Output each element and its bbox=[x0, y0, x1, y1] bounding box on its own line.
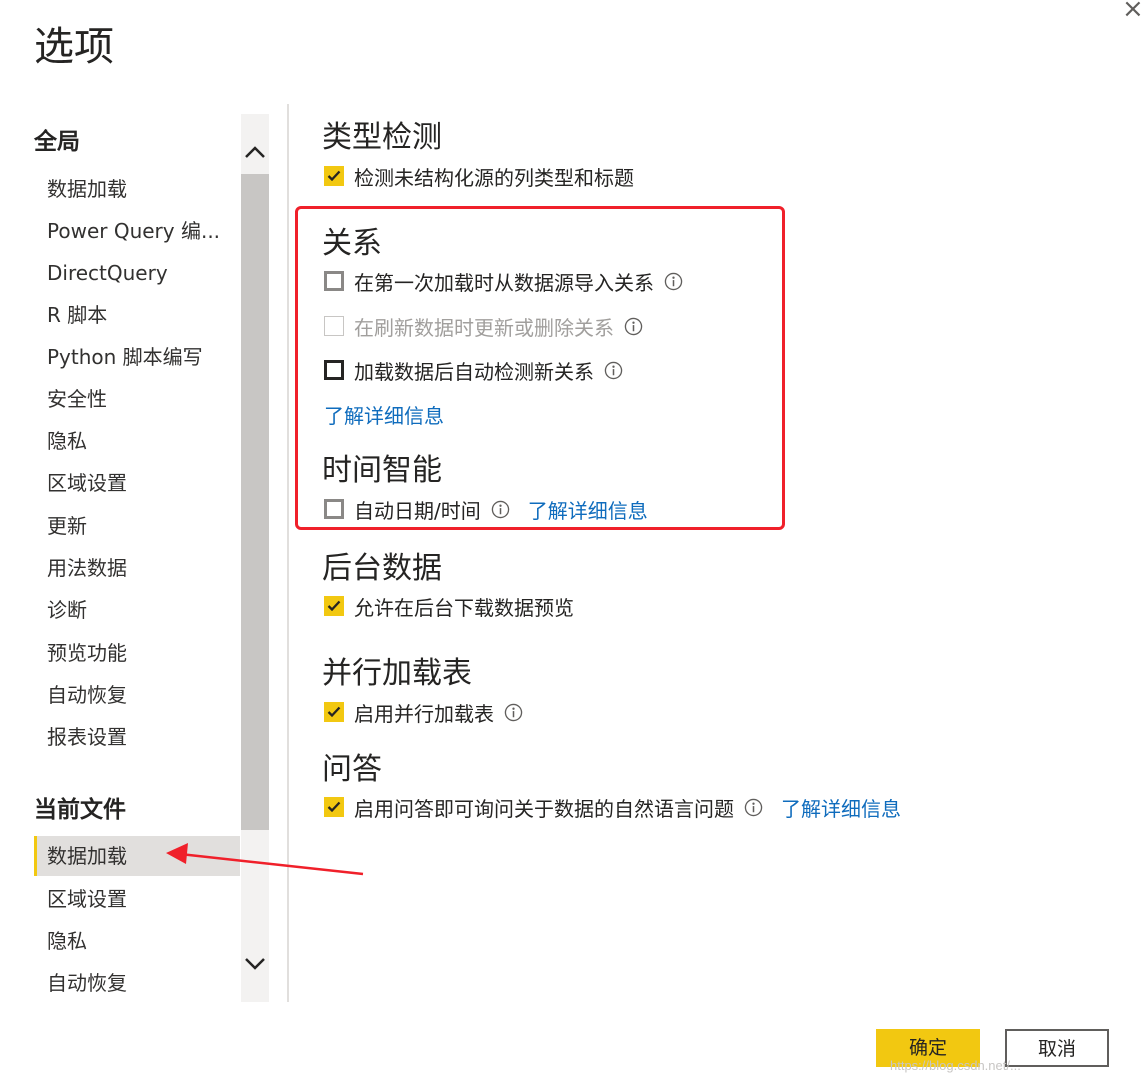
autodetect-relationships-label: 加载数据后自动检测新关系 bbox=[354, 359, 594, 384]
nav-item-r-script[interactable]: R 脚本 bbox=[34, 295, 240, 335]
option-update-relationships: 在刷新数据时更新或删除关系 bbox=[324, 313, 643, 340]
nav-heading-global: 全局 bbox=[34, 129, 80, 155]
nav-item-current-regional[interactable]: 区域设置 bbox=[34, 879, 240, 919]
import-relationships-label: 在第一次加载时从数据源导入关系 bbox=[354, 270, 654, 295]
chevron-down-icon[interactable] bbox=[241, 945, 269, 983]
info-icon[interactable] bbox=[664, 272, 683, 291]
dialog-title: 选项 bbox=[34, 24, 114, 70]
section-heading-time-intelligence: 时间智能 bbox=[322, 453, 442, 488]
qa-learn-more-link[interactable]: 了解详细信息 bbox=[781, 793, 901, 822]
check-icon bbox=[327, 706, 341, 718]
parallel-loading-label: 启用并行加载表 bbox=[354, 701, 494, 726]
time-intelligence-learn-more-link[interactable]: 了解详细信息 bbox=[528, 495, 648, 524]
section-heading-parallel-loading: 并行加载表 bbox=[322, 656, 472, 691]
relationships-learn-more-link[interactable]: 了解详细信息 bbox=[324, 400, 444, 429]
autodetect-relationships-checkbox[interactable] bbox=[324, 360, 344, 380]
section-heading-background-data: 后台数据 bbox=[322, 551, 442, 586]
nav-item-directquery[interactable]: DirectQuery bbox=[34, 253, 240, 293]
option-detect-types: 检测未结构化源的列类型和标题 bbox=[324, 163, 634, 190]
detect-types-checkbox[interactable] bbox=[324, 166, 344, 186]
info-icon[interactable] bbox=[491, 500, 510, 519]
check-icon bbox=[327, 170, 341, 182]
nav-item-python-script[interactable]: Python 脚本编写 bbox=[34, 337, 240, 377]
section-heading-relationships: 关系 bbox=[322, 226, 382, 261]
nav-heading-current-file: 当前文件 bbox=[34, 797, 126, 823]
sidebar-scrollbar-thumb[interactable] bbox=[241, 174, 269, 830]
nav-item-diagnostics[interactable]: 诊断 bbox=[34, 590, 240, 630]
info-icon[interactable] bbox=[504, 703, 523, 722]
section-heading-type-detection: 类型检测 bbox=[322, 120, 442, 155]
check-icon bbox=[327, 600, 341, 612]
nav-item-current-privacy[interactable]: 隐私 bbox=[34, 921, 240, 961]
nav-item-updates[interactable]: 更新 bbox=[34, 506, 240, 546]
nav-item-privacy[interactable]: 隐私 bbox=[34, 421, 240, 461]
nav-item-auto-recovery[interactable]: 自动恢复 bbox=[34, 675, 240, 715]
close-icon[interactable]: × bbox=[1122, 0, 1143, 24]
update-relationships-label: 在刷新数据时更新或删除关系 bbox=[354, 315, 614, 340]
nav-item-usage-data[interactable]: 用法数据 bbox=[34, 548, 240, 588]
update-relationships-checkbox bbox=[324, 316, 344, 336]
auto-date-label: 自动日期/时间 bbox=[354, 498, 481, 523]
nav-item-report-settings[interactable]: 报表设置 bbox=[34, 717, 240, 757]
info-icon[interactable] bbox=[624, 317, 643, 336]
option-import-relationships: 在第一次加载时从数据源导入关系 bbox=[324, 268, 683, 295]
section-heading-qa: 问答 bbox=[322, 752, 382, 787]
option-parallel-loading: 启用并行加载表 bbox=[324, 699, 523, 726]
detect-types-label: 检测未结构化源的列类型和标题 bbox=[354, 165, 634, 190]
info-icon[interactable] bbox=[604, 361, 623, 380]
annotation-arrow bbox=[166, 843, 364, 876]
qa-label: 启用问答即可询问关于数据的自然语言问题 bbox=[354, 796, 734, 821]
nav-item-power-query[interactable]: Power Query 编... bbox=[34, 211, 240, 251]
option-auto-date: 自动日期/时间 了解详细信息 bbox=[324, 495, 648, 524]
import-relationships-checkbox[interactable] bbox=[324, 271, 344, 291]
info-icon[interactable] bbox=[744, 798, 763, 817]
option-background-preview: 允许在后台下载数据预览 bbox=[324, 593, 574, 620]
chevron-up-icon[interactable] bbox=[241, 133, 269, 171]
background-preview-checkbox[interactable] bbox=[324, 596, 344, 616]
background-preview-label: 允许在后台下载数据预览 bbox=[354, 595, 574, 620]
nav-item-preview-features[interactable]: 预览功能 bbox=[34, 633, 240, 673]
qa-checkbox[interactable] bbox=[324, 797, 344, 817]
nav-item-security[interactable]: 安全性 bbox=[34, 379, 240, 419]
option-autodetect-relationships: 加载数据后自动检测新关系 bbox=[324, 357, 623, 384]
parallel-loading-checkbox[interactable] bbox=[324, 702, 344, 722]
auto-date-checkbox[interactable] bbox=[324, 499, 344, 519]
nav-item-current-auto-recovery[interactable]: 自动恢复 bbox=[34, 963, 240, 1003]
watermark: https://blog.csdn.net/... bbox=[890, 1058, 1021, 1073]
nav-item-data-load[interactable]: 数据加载 bbox=[34, 169, 240, 209]
nav-item-regional[interactable]: 区域设置 bbox=[34, 463, 240, 503]
check-icon bbox=[327, 801, 341, 813]
option-qa: 启用问答即可询问关于数据的自然语言问题 了解详细信息 bbox=[324, 793, 901, 822]
